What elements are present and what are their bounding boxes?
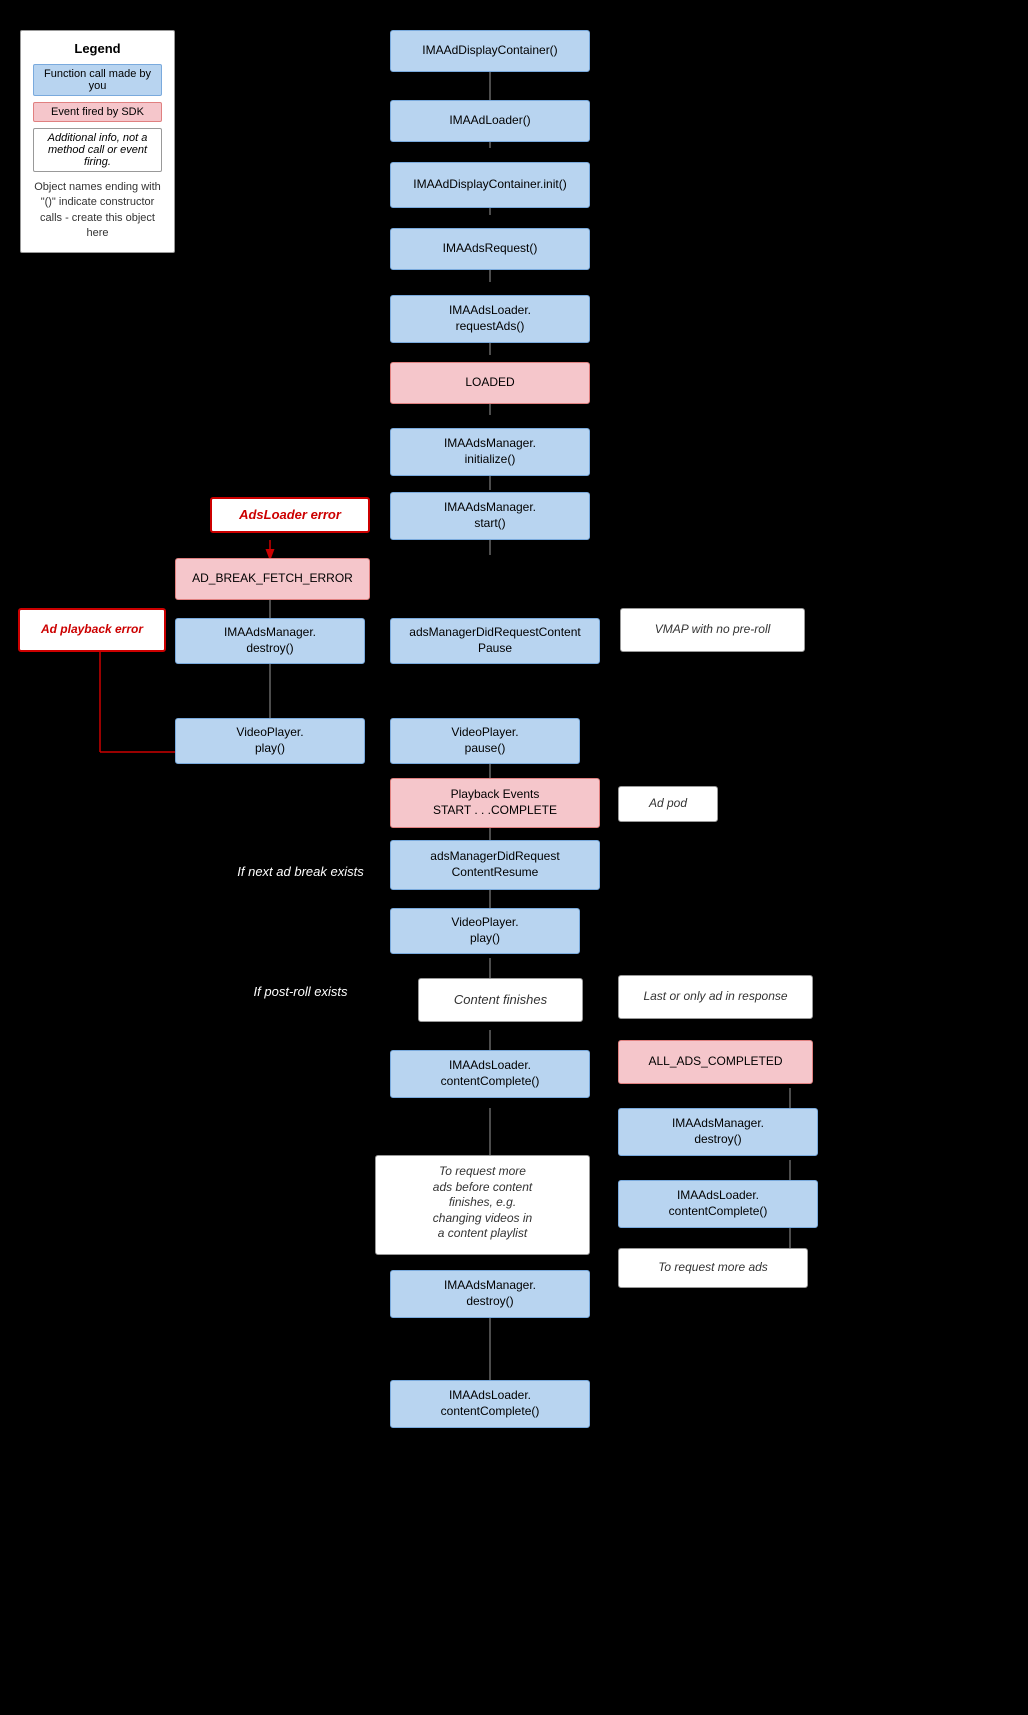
ima-ads-loader-content-complete3-box: IMAAdsLoader. contentComplete() (390, 1380, 590, 1428)
to-request-more-ads-before-box: To request more ads before content finis… (375, 1155, 590, 1255)
legend-box: Legend Function call made by you Event f… (20, 30, 175, 253)
ima-ad-display-container-box: IMAAdDisplayContainer() (390, 30, 590, 72)
ima-ad-display-container-init-box: IMAAdDisplayContainer.init() (390, 162, 590, 208)
ima-ads-loader-content-complete2-box: IMAAdsLoader. contentComplete() (618, 1180, 818, 1228)
legend-blue-box: Function call made by you (33, 64, 162, 96)
content-finishes-box: Content finishes (418, 978, 583, 1022)
ads-manager-did-request-content-pause-box: adsManagerDidRequestContent Pause (390, 618, 600, 664)
all-ads-completed-box: ALL_ADS_COMPLETED (618, 1040, 813, 1084)
ads-loader-error-box: AdsLoader error (210, 497, 370, 533)
legend-title: Legend (33, 41, 162, 56)
to-request-more-ads-box: To request more ads (618, 1248, 808, 1288)
video-player-pause-box: VideoPlayer. pause() (390, 718, 580, 764)
loaded-box: LOADED (390, 362, 590, 404)
if-post-roll-exists-box: If post-roll exists (218, 970, 383, 1014)
ad-pod-box: Ad pod (618, 786, 718, 822)
video-player-play2-box: VideoPlayer. play() (390, 908, 580, 954)
if-next-ad-break-box: If next ad break exists (208, 850, 393, 894)
ima-ads-manager-destroy2-box: IMAAdsManager. destroy() (618, 1108, 818, 1156)
playback-events-box: Playback Events START . . .COMPLETE (390, 778, 600, 828)
ad-break-fetch-error-box: AD_BREAK_FETCH_ERROR (175, 558, 370, 600)
ima-ads-manager-destroy3-box: IMAAdsManager. destroy() (390, 1270, 590, 1318)
ima-ads-loader-box: IMAAdLoader() (390, 100, 590, 142)
ads-manager-did-request-content-resume-box: adsManagerDidRequest ContentResume (390, 840, 600, 890)
legend-note: Object names ending with "()" indicate c… (33, 180, 162, 242)
vmap-no-pre-roll-box: VMAP with no pre-roll (620, 608, 805, 652)
ima-ads-manager-start-box: IMAAdsManager. start() (390, 492, 590, 540)
video-player-play1-box: VideoPlayer. play() (175, 718, 365, 764)
legend-item-2: Event fired by SDK (33, 102, 162, 122)
diagram-container: Legend Function call made by you Event f… (0, 0, 1028, 1715)
ad-playback-error-box: Ad playback error (18, 608, 166, 652)
ima-ads-manager-destroy1-box: IMAAdsManager. destroy() (175, 618, 365, 664)
ima-ads-manager-initialize-box: IMAAdsManager. initialize() (390, 428, 590, 476)
legend-item-1: Function call made by you (33, 64, 162, 96)
legend-italic-box: Additional info, not a method call or ev… (33, 128, 162, 172)
ima-ads-request-box: IMAAdsRequest() (390, 228, 590, 270)
ima-ads-loader-request-ads-box: IMAAdsLoader. requestAds() (390, 295, 590, 343)
ima-ads-loader-content-complete1-box: IMAAdsLoader. contentComplete() (390, 1050, 590, 1098)
legend-pink-box: Event fired by SDK (33, 102, 162, 122)
last-or-only-ad-in-response-box: Last or only ad in response (618, 975, 813, 1019)
legend-item-3: Additional info, not a method call or ev… (33, 128, 162, 172)
